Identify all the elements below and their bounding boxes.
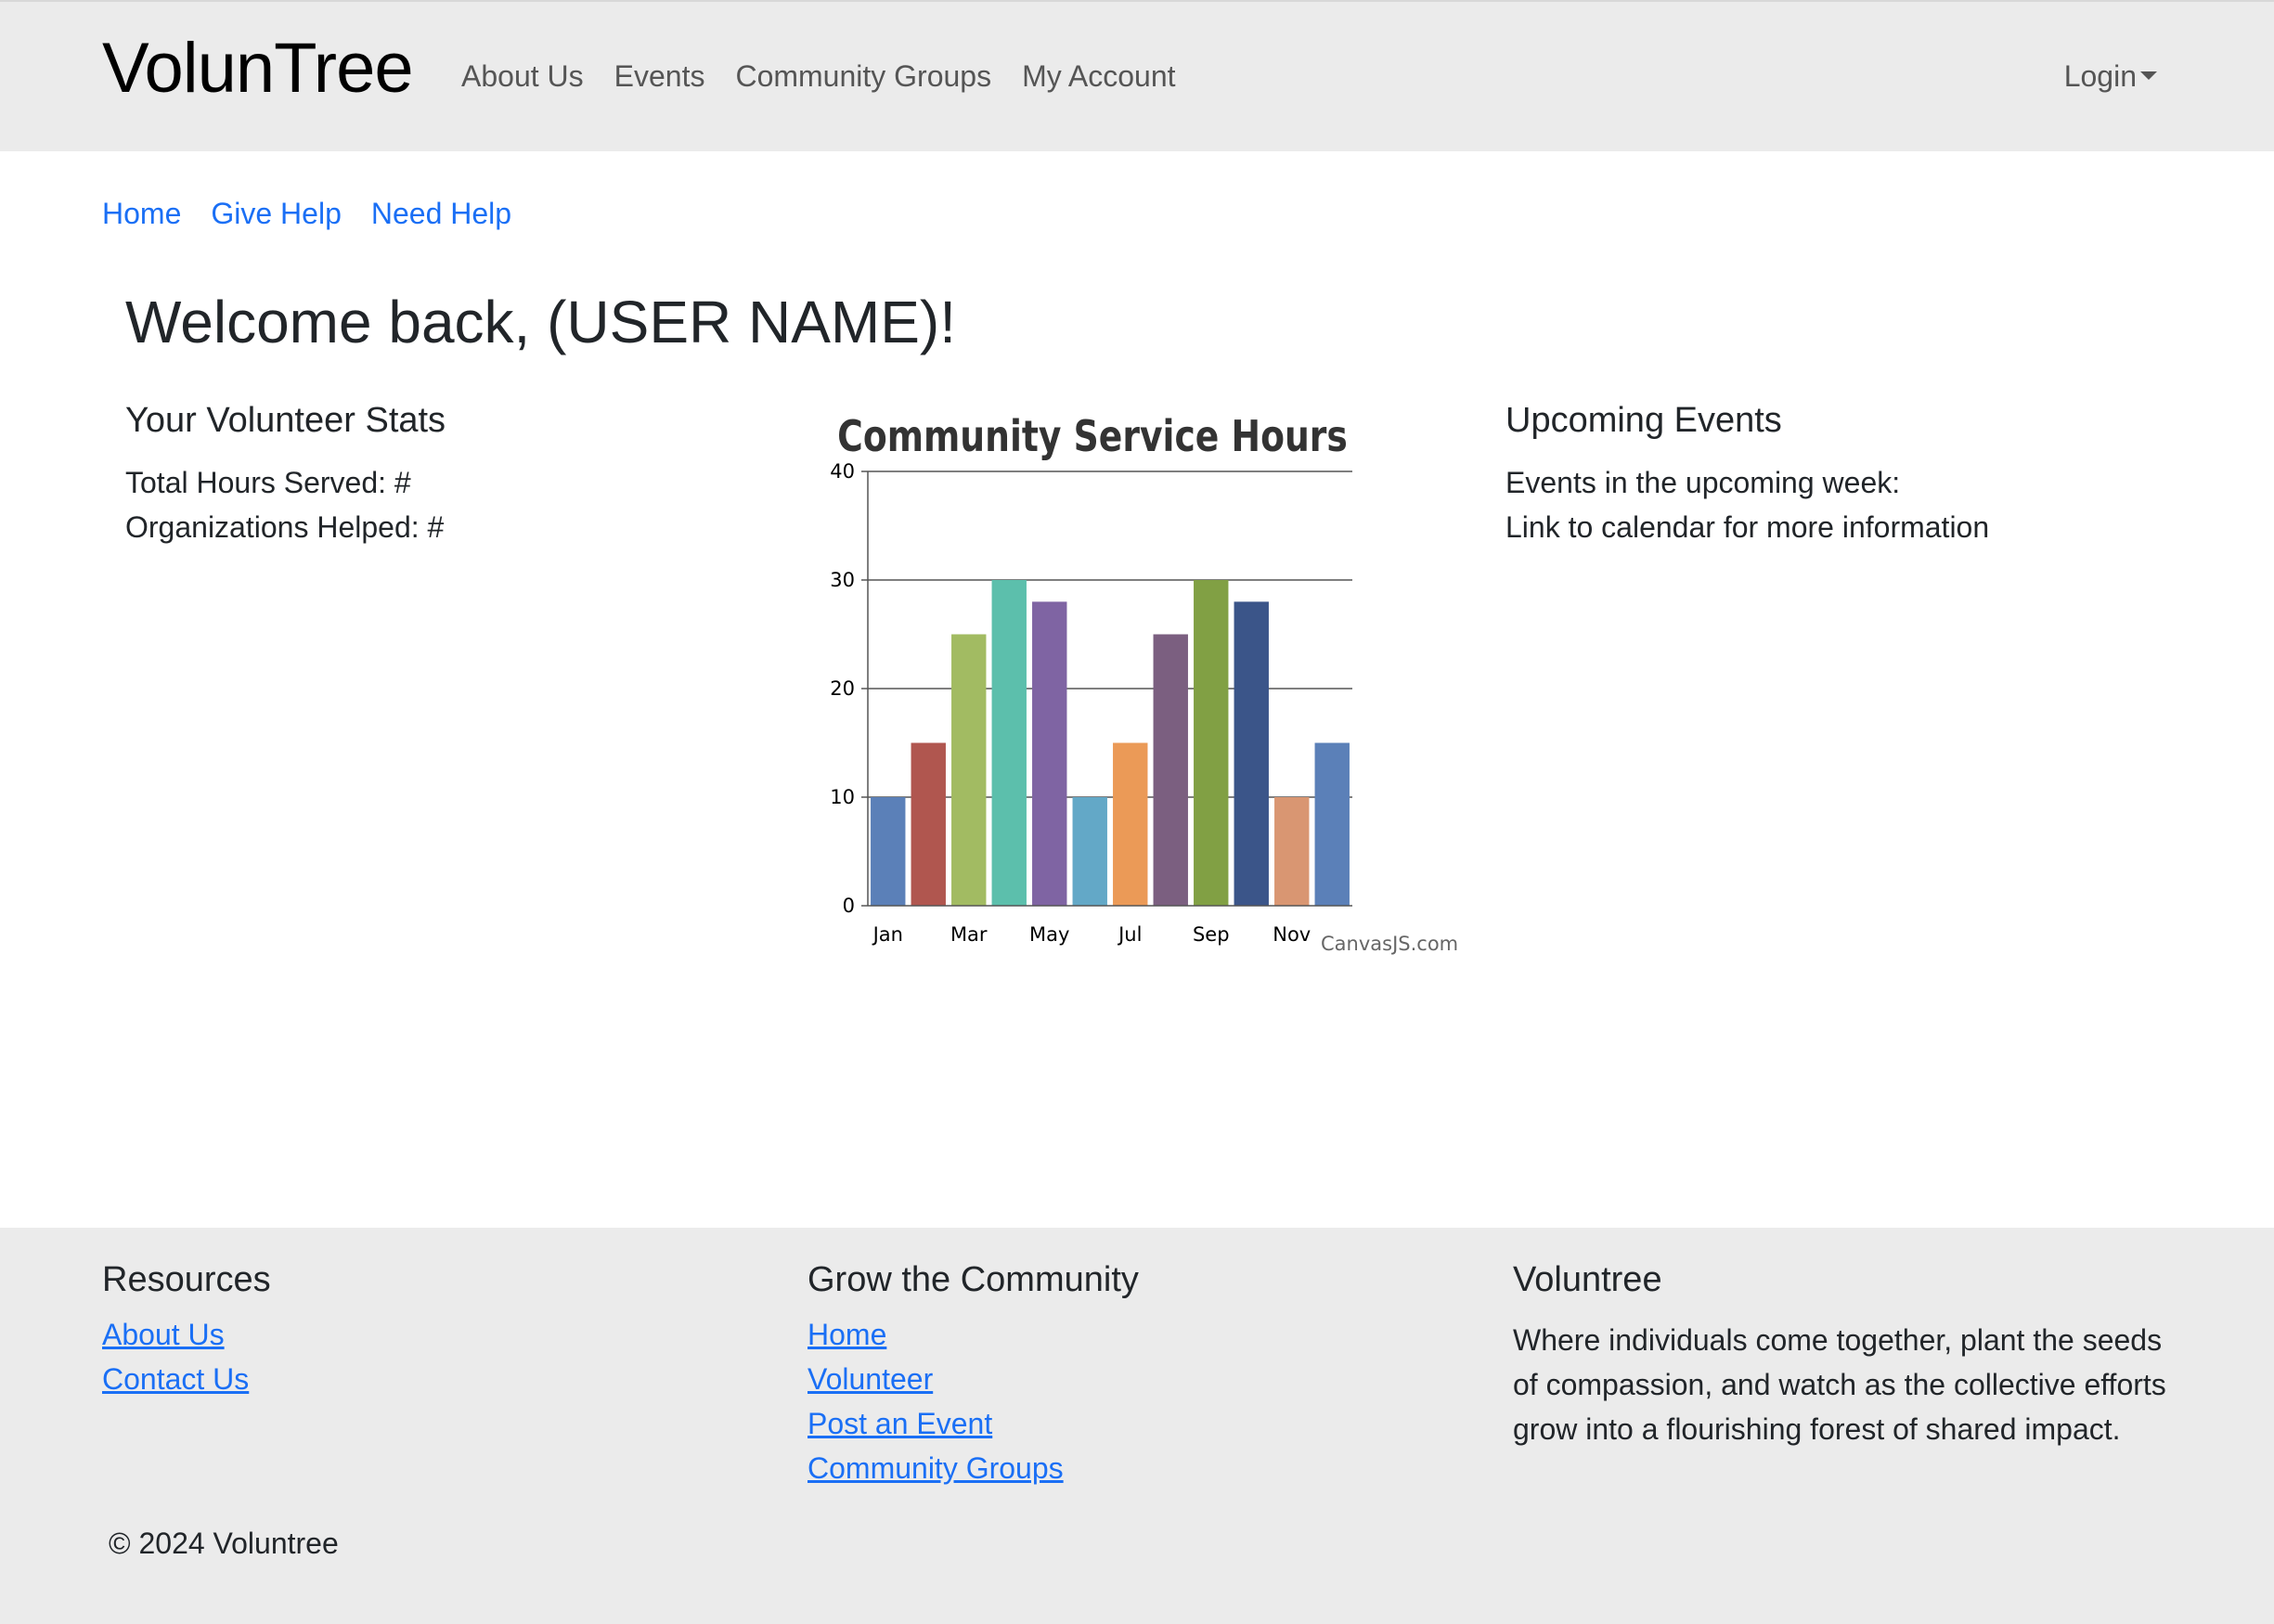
x-tick-label: Sep [1193,923,1230,946]
bar-dec[interactable] [1314,742,1350,907]
footer-link-contact-us[interactable]: Contact Us [102,1362,249,1397]
subnav-give-help[interactable]: Give Help [211,197,342,231]
bar-apr[interactable] [991,580,1027,906]
x-tick-label: Jan [872,923,903,946]
y-tick-label: 10 [830,786,855,808]
y-tick-label: 0 [843,895,855,917]
footer-about-title: Voluntree [1513,1260,1662,1299]
subnav-home[interactable]: Home [102,197,181,231]
bar-nov[interactable] [1274,797,1310,906]
bar-oct[interactable] [1234,601,1269,906]
footer-about-description: Where individuals come together, plant t… [1513,1323,2166,1446]
bar-may[interactable] [1032,601,1067,906]
footer-link-post-event[interactable]: Post an Event [808,1407,992,1441]
bar-aug[interactable] [1153,634,1188,907]
bar-sep[interactable] [1194,580,1229,906]
footer-link-community-groups[interactable]: Community Groups [808,1451,1064,1486]
login-label: Login [2063,59,2137,93]
orgs-helped-text: Organizations Helped: # [125,510,445,544]
copyright-text: © 2024 Voluntree [109,1527,339,1560]
events-title: Upcoming Events [1505,401,1782,440]
total-hours-text: Total Hours Served: # [125,466,411,499]
nav-about-us[interactable]: About Us [461,59,584,94]
service-hours-chart: Community Service Hours 0 10 20 30 40 Jan Mar M… [830,411,1458,955]
stats-title: Your Volunteer Stats [125,401,446,440]
events-week-text: Events in the upcoming week: [1505,466,1901,499]
main-nav: About Us Events Community Groups My Acco… [461,59,1176,94]
bar-jan[interactable] [871,797,906,906]
brand-logo[interactable]: VolunTree [102,28,414,109]
nav-my-account[interactable]: My Account [1022,59,1175,94]
nav-events[interactable]: Events [614,59,705,94]
footer: Resources About Us Contact Us Grow the C… [0,1228,2274,1624]
footer-grow-title: Grow the Community [808,1260,1139,1299]
calendar-link-text: Link to calendar for more information [1505,510,1990,544]
y-tick-label: 20 [830,677,855,700]
y-tick-label: 30 [830,569,855,591]
x-tick-label: Jul [1117,923,1142,946]
chart-credit: CanvasJS.com [1321,933,1458,955]
footer-link-about-us[interactable]: About Us [102,1318,225,1352]
x-tick-label: May [1029,923,1069,946]
x-tick-label: Nov [1273,923,1311,946]
login-dropdown[interactable]: Login [2064,59,2157,94]
footer-link-volunteer[interactable]: Volunteer [808,1362,933,1397]
chart-title: Community Service Hours [837,411,1348,461]
bar-jun[interactable] [1072,797,1107,906]
bar-mar[interactable] [951,634,987,907]
bar-feb[interactable] [911,742,946,907]
footer-link-home[interactable]: Home [808,1318,886,1352]
sub-nav: Home Give Help Need Help [102,197,511,231]
footer-resources-title: Resources [102,1260,271,1299]
nav-community-groups[interactable]: Community Groups [735,59,991,94]
y-tick-label: 40 [830,460,855,483]
subnav-need-help[interactable]: Need Help [371,197,511,231]
bar-jul[interactable] [1113,742,1148,907]
top-navbar: VolunTree About Us Events Community Grou… [0,0,2274,151]
x-tick-label: Mar [950,923,988,946]
caret-down-icon [2140,71,2157,81]
welcome-heading: Welcome back, (USER NAME)! [125,289,956,355]
